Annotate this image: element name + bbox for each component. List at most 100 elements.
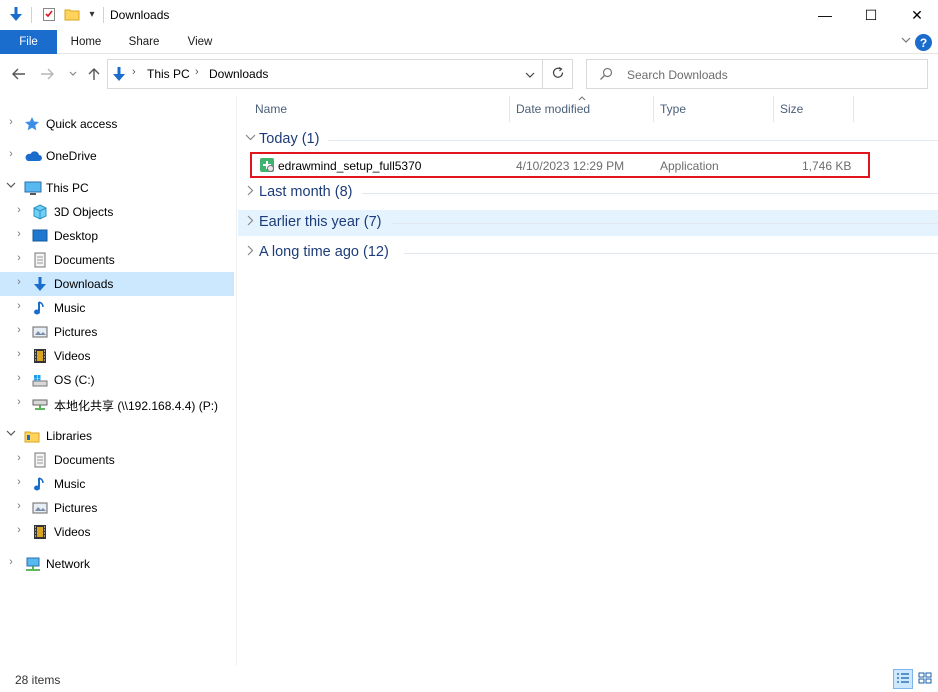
sidebar-item-label: Music [54,301,86,315]
details-view-button[interactable] [893,669,913,689]
application-icon [259,157,275,176]
chevron-right-icon[interactable]: › [13,228,25,240]
chevron-right-icon[interactable]: › [13,524,25,536]
chevron-right-icon[interactable] [245,245,256,259]
chevron-right-icon[interactable]: › [13,324,25,336]
sidebar-item-label: Network [46,557,91,571]
sidebar-item-label: Downloads [54,277,114,291]
back-arrow-icon[interactable] [10,65,28,83]
sidebar-item-3d-objects[interactable]: › 3D Objects [0,200,234,224]
new-folder-icon[interactable] [64,6,80,22]
sidebar-item-this-pc[interactable]: This PC [0,176,234,200]
sidebar-item-documents[interactable]: › Documents [0,248,234,272]
file-row-edrawmind[interactable]: edrawmind_setup_full5370 4/10/2023 12:29… [250,152,870,178]
group-header-long-time-ago[interactable]: A long time ago (12) [238,240,938,266]
search-input[interactable]: Search Downloads [627,68,728,82]
file-name: edrawmind_setup_full5370 [278,159,422,173]
cube-icon [32,204,48,220]
tab-file[interactable]: File [0,30,57,54]
properties-icon[interactable] [41,6,57,22]
group-header-earlier-this-year[interactable]: Earlier this year (7) [238,210,938,236]
chevron-down-icon[interactable] [5,180,17,193]
close-button[interactable]: ✕ [894,0,938,30]
chevron-right-icon[interactable]: › [13,252,25,264]
sidebar-item-network[interactable]: › Network [0,552,234,576]
sidebar-item-downloads[interactable]: › Downloads [0,272,234,296]
breadcrumb-downloads[interactable]: Downloads [209,67,268,81]
column-header-name[interactable]: Name [255,102,287,116]
breadcrumb-chevron-icon[interactable]: › [195,66,199,78]
sidebar-item-videos[interactable]: › Videos [0,344,234,368]
status-bar: 28 items [0,666,938,692]
file-list: Name Date modified Type Size Today (1) e… [238,96,938,666]
sidebar-item-libraries[interactable]: Libraries [0,424,234,448]
chevron-down-icon[interactable] [245,132,256,146]
column-header-size[interactable]: Size [780,102,803,116]
sidebar-item-lib-documents[interactable]: › Documents [0,448,234,472]
chevron-right-icon[interactable]: › [5,116,17,128]
customize-toolbar-icon[interactable]: ▾ [84,6,100,22]
sidebar-item-lib-music[interactable]: › Music [0,472,234,496]
sidebar-item-lib-videos[interactable]: › Videos [0,520,234,544]
video-icon [32,524,48,540]
chevron-right-icon[interactable]: › [5,148,17,160]
tab-home[interactable]: Home [62,30,110,54]
sidebar-item-label: Videos [54,525,91,539]
group-header-last-month[interactable]: Last month (8) [238,180,938,206]
column-header-type[interactable]: Type [660,102,686,116]
column-divider[interactable] [509,96,510,122]
column-divider[interactable] [653,96,654,122]
sidebar-item-label: Desktop [54,229,99,243]
pane-divider[interactable] [236,96,237,666]
address-bar[interactable]: › This PC › Downloads [107,59,543,89]
title-bar: ▾ Downloads — ☐ ✕ [0,0,938,30]
large-icons-view-button[interactable] [915,669,935,689]
tab-share[interactable]: Share [120,30,168,54]
column-divider[interactable] [773,96,774,122]
sidebar-item-quick-access[interactable]: › Quick access [0,112,234,136]
cloud-icon [24,148,42,164]
group-title: Today (1) [259,131,320,147]
chevron-right-icon[interactable]: › [13,276,25,288]
forward-arrow-icon[interactable] [38,65,56,83]
address-dropdown-icon[interactable] [525,69,535,83]
chevron-down-icon[interactable] [5,428,17,441]
chevron-right-icon[interactable]: › [13,372,25,384]
sidebar-item-label: Videos [54,349,91,363]
column-divider[interactable] [853,96,854,122]
minimize-button[interactable]: — [802,0,848,30]
download-folder-icon[interactable] [8,6,24,22]
chevron-right-icon[interactable]: › [5,556,17,568]
sidebar-item-pictures[interactable]: › Pictures [0,320,234,344]
expand-ribbon-icon[interactable] [900,34,912,49]
chevron-right-icon[interactable]: › [13,476,25,488]
file-date: 4/10/2023 12:29 PM [516,159,625,173]
sidebar-item-music[interactable]: › Music [0,296,234,320]
chevron-right-icon[interactable] [245,185,256,199]
maximize-button[interactable]: ☐ [848,0,894,30]
group-header-today[interactable]: Today (1) [238,127,938,153]
tab-view[interactable]: View [176,30,224,54]
chevron-right-icon[interactable]: › [13,500,25,512]
document-icon [32,452,48,468]
chevron-right-icon[interactable] [245,215,256,229]
breadcrumb-this-pc[interactable]: This PC [147,67,190,81]
chevron-right-icon[interactable]: › [13,204,25,216]
breadcrumb-chevron-icon[interactable]: › [132,66,136,78]
recent-locations-icon[interactable] [64,65,82,83]
help-button[interactable]: ? [915,34,932,51]
sidebar-item-desktop[interactable]: › Desktop [0,224,234,248]
sidebar-item-network-share[interactable]: › 本地化共享 (\\192.168.4.4) (P:) [0,392,234,416]
sidebar-item-lib-pictures[interactable]: › Pictures [0,496,234,520]
sidebar-item-onedrive[interactable]: › OneDrive [0,144,234,168]
chevron-right-icon[interactable]: › [13,452,25,464]
sidebar-item-os-c[interactable]: › OS (C:) [0,368,234,392]
chevron-right-icon[interactable]: › [13,348,25,360]
refresh-button[interactable] [543,59,573,89]
search-box[interactable]: Search Downloads [586,59,928,89]
up-arrow-icon[interactable] [85,65,103,83]
column-header-date[interactable]: Date modified [516,102,590,116]
chevron-right-icon[interactable]: › [13,300,25,312]
chevron-right-icon[interactable]: › [13,396,25,408]
picture-icon [32,324,48,340]
